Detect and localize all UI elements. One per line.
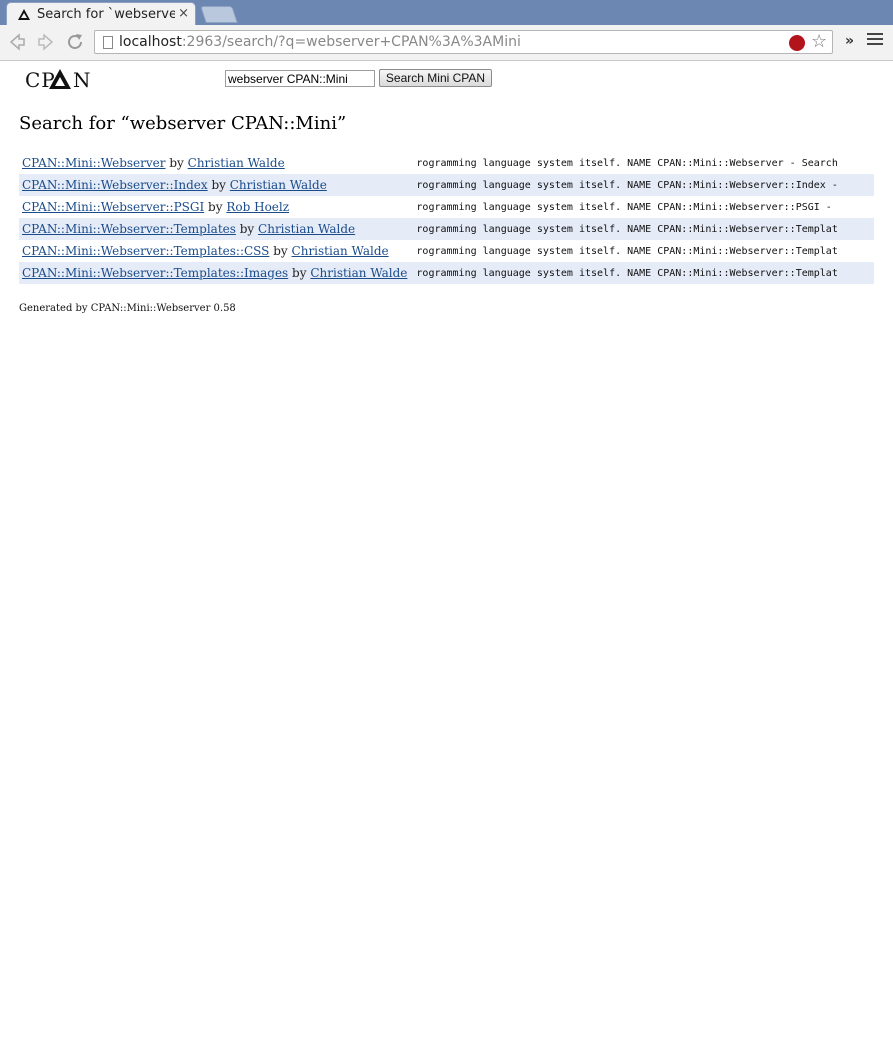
table-row: CPAN::Mini::Webserver::Templates::Images… [19,262,874,284]
cpan-favicon-icon [18,9,30,20]
search-button[interactable]: Search Mini CPAN [379,69,492,87]
forward-icon[interactable] [35,31,57,53]
table-row: CPAN::Mini::Webserver::Templates::CSS by… [19,240,874,262]
browser-toolbar: localhost:2963/search/?q=webserver+CPAN%… [0,25,893,61]
results-table: CPAN::Mini::Webserver by Christian Walde… [19,152,874,284]
reload-icon[interactable] [64,31,86,53]
author-link[interactable]: Christian Walde [292,244,389,258]
table-row: CPAN::Mini::Webserver::Templates by Chri… [19,218,874,240]
table-row: CPAN::Mini::Webserver::PSGI by Rob Hoelz… [19,196,874,218]
menu-icon[interactable] [867,33,883,49]
page-content: CP N Search Mini CPAN Search for “webser… [0,61,893,1059]
author-link[interactable]: Christian Walde [258,222,355,236]
new-tab-button[interactable] [200,6,238,23]
module-link[interactable]: CPAN::Mini::Webserver::Index [22,178,208,192]
url-text[interactable]: localhost:2963/search/?q=webserver+CPAN%… [119,34,521,50]
tab-close-icon[interactable]: × [178,6,189,21]
author-link[interactable]: Rob Hoelz [226,200,289,214]
search-input[interactable] [225,70,375,87]
footer-text: Generated by CPAN::Mini::Webserver 0.58 [19,303,236,314]
module-link[interactable]: CPAN::Mini::Webserver::Templates [22,222,236,236]
tab-active[interactable]: Search for `webserver × [6,2,196,25]
extensions-overflow-button[interactable]: » [845,33,854,49]
result-snippet: rogramming language system itself. NAME … [410,218,874,240]
page-icon [103,36,113,49]
cpan-logo[interactable]: CP N [25,67,97,93]
tab-title: Search for `webserver [37,7,175,22]
tab-strip: Search for `webserver × [0,0,893,25]
star-icon[interactable]: ☆ [811,32,827,52]
author-link[interactable]: Christian Walde [188,156,285,170]
module-link[interactable]: CPAN::Mini::Webserver [22,156,166,170]
svg-text:N: N [73,68,91,92]
result-snippet: rogramming language system itself. NAME … [416,201,832,213]
stop-icon[interactable] [789,35,805,51]
result-snippet: rogramming language system itself. NAME … [410,262,874,284]
back-icon[interactable] [6,31,28,53]
result-snippet: rogramming language system itself. NAME … [416,157,838,169]
address-bar[interactable]: localhost:2963/search/?q=webserver+CPAN%… [94,30,833,54]
table-row: CPAN::Mini::Webserver by Christian Walde… [19,152,874,174]
module-link[interactable]: CPAN::Mini::Webserver::Templates::Images [22,266,288,280]
result-snippet: rogramming language system itself. NAME … [410,174,874,196]
module-link[interactable]: CPAN::Mini::Webserver::PSGI [22,200,204,214]
module-link[interactable]: CPAN::Mini::Webserver::Templates::CSS [22,244,269,258]
author-link[interactable]: Christian Walde [230,178,327,192]
page-title: Search for “webserver CPAN::Mini” [19,113,347,134]
table-row: CPAN::Mini::Webserver::Index by Christia… [19,174,874,196]
author-link[interactable]: Christian Walde [310,266,407,280]
result-snippet: rogramming language system itself. NAME … [416,245,838,257]
